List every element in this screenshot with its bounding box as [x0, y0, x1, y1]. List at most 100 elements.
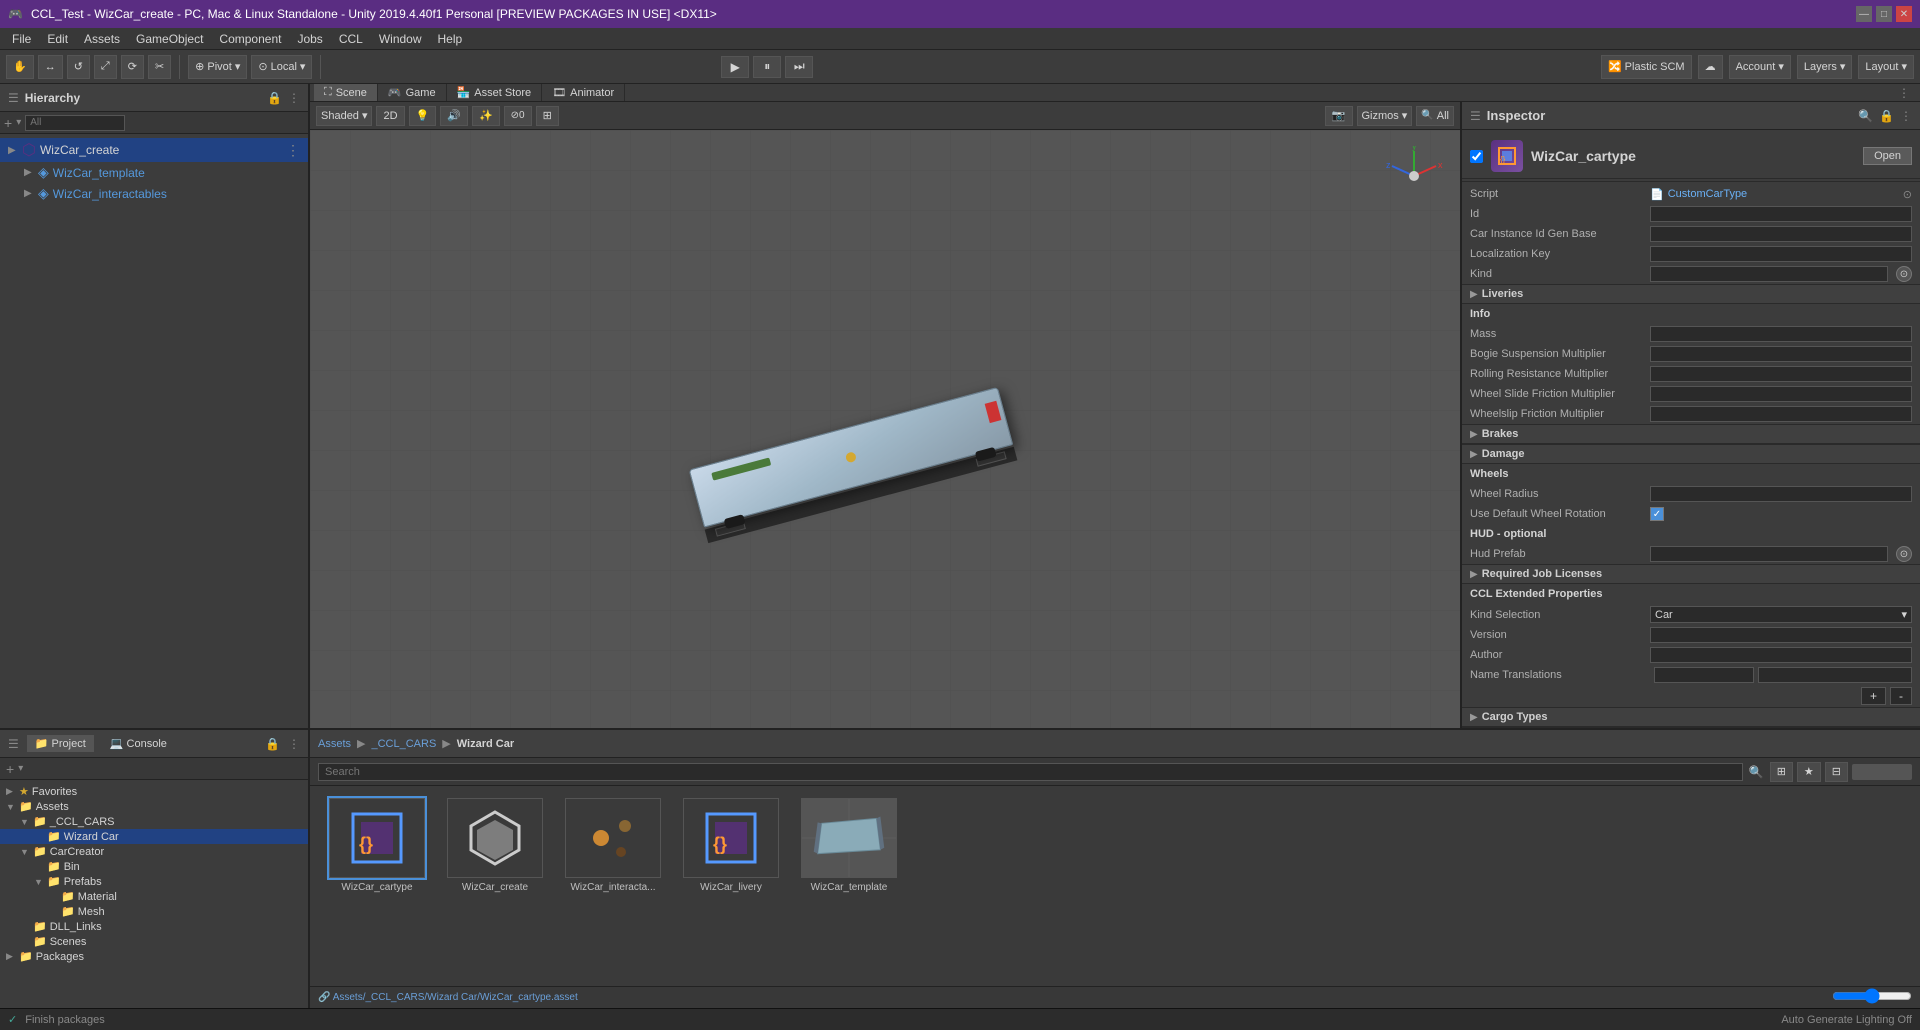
hierarchy-item-wizcarinteractables[interactable]: ▶ ◈ WizCar_interactables	[0, 183, 308, 204]
wizardcar-item[interactable]: 📁 Wizard Car	[0, 829, 308, 844]
prefabs-item[interactable]: ▼ 📁 Prefabs	[0, 874, 308, 889]
menu-edit[interactable]: Edit	[39, 30, 76, 48]
asset-slider-range[interactable]	[1832, 990, 1912, 1005]
material-item[interactable]: 📁 Material	[0, 889, 308, 904]
bogie-input[interactable]: 1	[1650, 346, 1912, 362]
inspector-lock-icon[interactable]: 🔒	[1879, 109, 1894, 123]
wheelslide-input[interactable]: 1	[1650, 386, 1912, 402]
version-input[interactable]: 1.0.0	[1650, 627, 1912, 643]
asset-item-create[interactable]: WizCar_create	[440, 798, 550, 893]
tab-assetstore[interactable]: 🏪 Asset Store	[447, 84, 543, 101]
nametrans-lang-input[interactable]: English	[1654, 667, 1754, 683]
asset-zoom-slider[interactable]	[1832, 990, 1912, 1002]
rolling-input[interactable]: 1	[1650, 366, 1912, 382]
all-dropdown[interactable]: 🔍 All	[1416, 106, 1454, 126]
packages-item[interactable]: ▶ 📁 Packages	[0, 949, 308, 964]
carcreator-item[interactable]: ▼ 📁 CarCreator	[0, 844, 308, 859]
section-damage[interactable]: ▶ Damage	[1462, 444, 1920, 464]
tab-project[interactable]: 📁 Project	[27, 735, 94, 752]
asset-item-template[interactable]: WizCar_template	[794, 798, 904, 893]
nametrans-add-btn[interactable]: +	[1861, 687, 1886, 705]
layers-dropdown[interactable]: Layers ▾	[1797, 55, 1853, 79]
asset-star-btn[interactable]: ★	[1797, 762, 1821, 782]
hierarchy-item-wizcarcreate[interactable]: ▶ ⬡ WizCar_create ⋮	[0, 138, 308, 162]
wheelradius-input[interactable]: 0.459	[1650, 486, 1912, 502]
inspector-open-btn[interactable]: Open	[1863, 147, 1912, 165]
menu-component[interactable]: Component	[211, 30, 289, 48]
tool-transform[interactable]: ✂	[148, 55, 171, 79]
layout-dropdown[interactable]: Layout ▾	[1858, 55, 1914, 79]
asset-item-cartype[interactable]: {} WizCar_cartype	[322, 798, 432, 893]
step-btn[interactable]: ⏭	[785, 56, 813, 78]
carid-input[interactable]: WC-	[1650, 226, 1912, 242]
asset-search-input[interactable]	[318, 763, 1743, 781]
mass-input[interactable]: 25000	[1650, 326, 1912, 342]
kind-input[interactable]: None (Train Car Kind)	[1650, 266, 1888, 282]
project-lock-icon[interactable]: 🔒	[265, 737, 280, 751]
effects-btn[interactable]: ✨	[472, 106, 500, 126]
menu-gameobject[interactable]: GameObject	[128, 30, 211, 48]
maximize-btn[interactable]: □	[1876, 6, 1892, 22]
defaultwheel-checkbox[interactable]: ✓	[1650, 507, 1664, 521]
breadcrumb-cclcars[interactable]: _CCL_CARS	[371, 738, 436, 750]
project-dropdown-btn[interactable]: ▾	[18, 763, 23, 774]
tool-scale[interactable]: ⤢	[94, 55, 117, 79]
local-dropdown[interactable]: ⊙ Local ▾	[251, 55, 312, 79]
section-brakes[interactable]: ▶ Brakes	[1462, 424, 1920, 444]
tool-rect[interactable]: ⟳	[121, 55, 144, 79]
pivot-dropdown[interactable]: ⊕ Pivot ▾	[188, 55, 247, 79]
section-joblicenses[interactable]: ▶ Required Job Licenses	[1462, 564, 1920, 584]
asset-slider[interactable]	[1852, 764, 1912, 780]
plastic-scm-btn[interactable]: 🔀 Plastic SCM	[1601, 55, 1692, 79]
menu-window[interactable]: Window	[371, 30, 430, 48]
hierarchy-dropdown-btn[interactable]: ▾	[16, 117, 21, 128]
menu-file[interactable]: File	[4, 30, 39, 48]
cclcars-item[interactable]: ▼ 📁 _CCL_CARS	[0, 814, 308, 829]
hidden-meshes-btn[interactable]: ⊘0	[504, 106, 532, 126]
shading-dropdown[interactable]: Shaded ▾	[316, 106, 372, 126]
kindselection-dropdown[interactable]: Car ▾	[1650, 606, 1912, 623]
viewport-canvas[interactable]: x y z < Persp	[310, 130, 1460, 728]
inspector-search-icon[interactable]: 🔍	[1858, 109, 1873, 123]
dlllinks-item[interactable]: 📁 DLL_Links	[0, 919, 308, 934]
audio-btn[interactable]: 🔊	[440, 106, 468, 126]
tab-game[interactable]: 🎮 Game	[378, 84, 447, 101]
menu-jobs[interactable]: Jobs	[289, 30, 330, 48]
asset-item-livery[interactable]: {} WizCar_livery	[676, 798, 786, 893]
mesh-item[interactable]: 📁 Mesh	[0, 904, 308, 919]
assets-root-item[interactable]: ▼ 📁 Assets	[0, 799, 308, 814]
cloud-btn[interactable]: ☁	[1698, 55, 1723, 79]
camera-align-btn[interactable]: 📷	[1325, 106, 1353, 126]
author-input[interactable]: Katycat	[1650, 647, 1912, 663]
kind-target-btn[interactable]: ⊙	[1896, 266, 1912, 282]
hierarchy-add-btn[interactable]: +	[4, 115, 12, 131]
close-btn[interactable]: ✕	[1896, 6, 1912, 22]
2d-toggle[interactable]: 2D	[376, 106, 404, 126]
wheelslip-input[interactable]: 1	[1650, 406, 1912, 422]
scenes-item[interactable]: 📁 Scenes	[0, 934, 308, 949]
nametrans-remove-btn[interactable]: -	[1890, 687, 1912, 705]
script-target-icon[interactable]: ⊙	[1903, 188, 1912, 201]
asset-item-interacta[interactable]: WizCar_interacta...	[558, 798, 668, 893]
tab-animator[interactable]: 🎞 Animator	[542, 84, 625, 101]
tab-scene[interactable]: ⛶ Scene	[314, 84, 378, 101]
script-name[interactable]: CustomCarType	[1668, 188, 1747, 200]
project-more-icon[interactable]: ⋮	[288, 737, 300, 751]
tool-hand[interactable]: ✋	[6, 55, 34, 79]
hierarchy-item-wizcartemplate[interactable]: ▶ ◈ WizCar_template	[0, 162, 308, 183]
lighting-btn[interactable]: 💡	[409, 106, 437, 126]
account-dropdown[interactable]: Account ▾	[1729, 55, 1791, 79]
panel-more-btn[interactable]: ⋮	[1892, 86, 1916, 100]
object-active-checkbox[interactable]	[1470, 150, 1483, 163]
tool-move[interactable]: ↔	[38, 55, 63, 79]
nametrans-val-input[interactable]: Wizard Car	[1758, 667, 1912, 683]
project-add-btn[interactable]: +	[6, 761, 14, 777]
tool-rotate[interactable]: ↺	[67, 55, 90, 79]
section-cargotypes[interactable]: ▶ Cargo Types	[1462, 707, 1920, 727]
breadcrumb-assets[interactable]: Assets	[318, 738, 351, 750]
favorites-item[interactable]: ▶ ★ Favorites	[0, 784, 308, 799]
inspector-more-icon[interactable]: ⋮	[1900, 109, 1912, 123]
asset-view-btn[interactable]: ⊞	[1770, 762, 1793, 782]
hierarchy-search[interactable]	[25, 115, 125, 131]
minimize-btn[interactable]: —	[1856, 6, 1872, 22]
